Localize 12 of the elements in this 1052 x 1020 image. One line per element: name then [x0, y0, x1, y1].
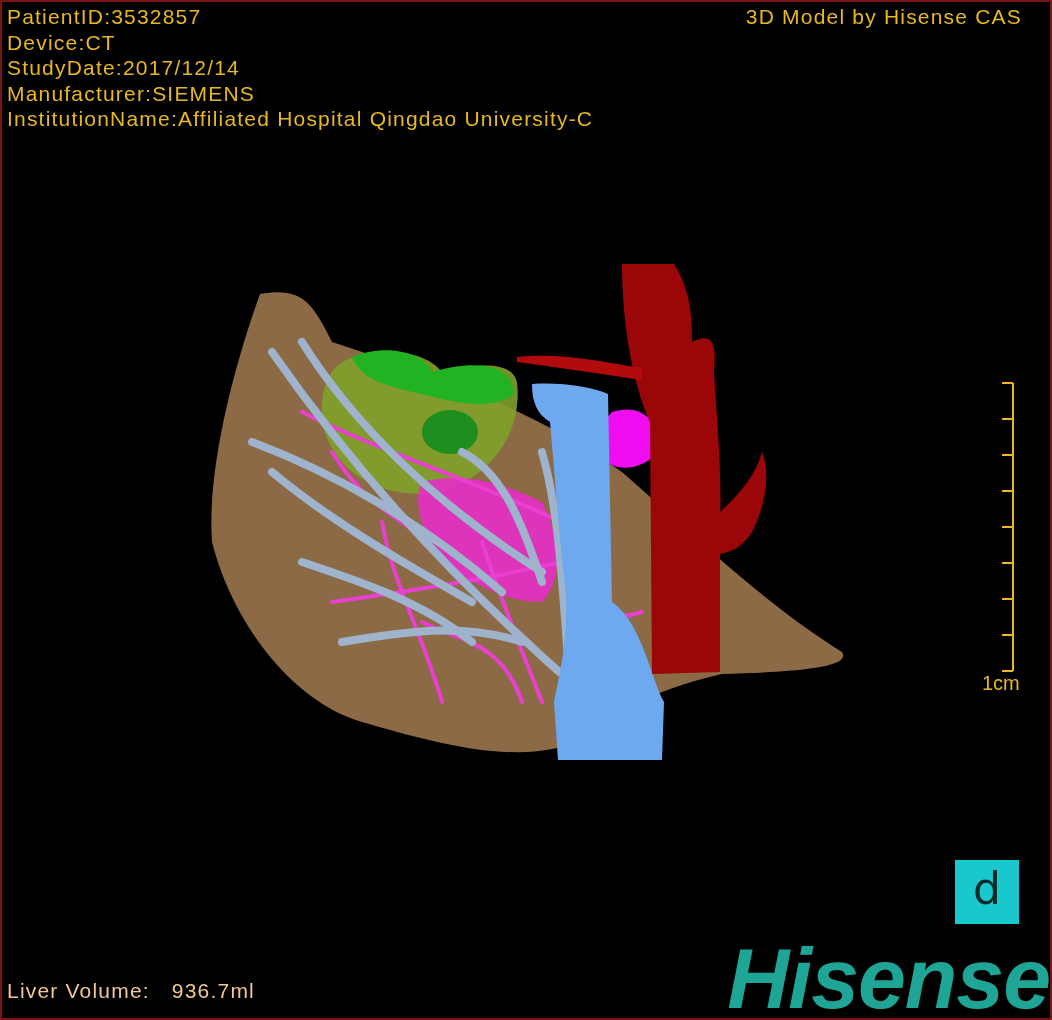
patient-info-text: Manufacturer:SIEMENS [7, 80, 257, 106]
brand-logo: Hisense [727, 936, 1050, 1020]
patient-info-text: PatientID:3532857 [7, 4, 203, 30]
scale-bar-icon [1001, 382, 1014, 672]
scale-label: 1cm [982, 672, 1020, 694]
volume-label: Liver Volume: [7, 978, 150, 1004]
model-title: 3D Model by Hisense CAS [745, 4, 1022, 30]
patient-info-text: Device:CT [7, 29, 117, 55]
view-button[interactable]: d [955, 860, 1019, 924]
volume-value: 936.7ml [171, 978, 255, 1004]
patient-info-text: StudyDate:2017/12/14 [7, 55, 241, 81]
patient-info-text: InstitutionName:Affiliated Hospital Qingdao University-C [7, 106, 594, 132]
